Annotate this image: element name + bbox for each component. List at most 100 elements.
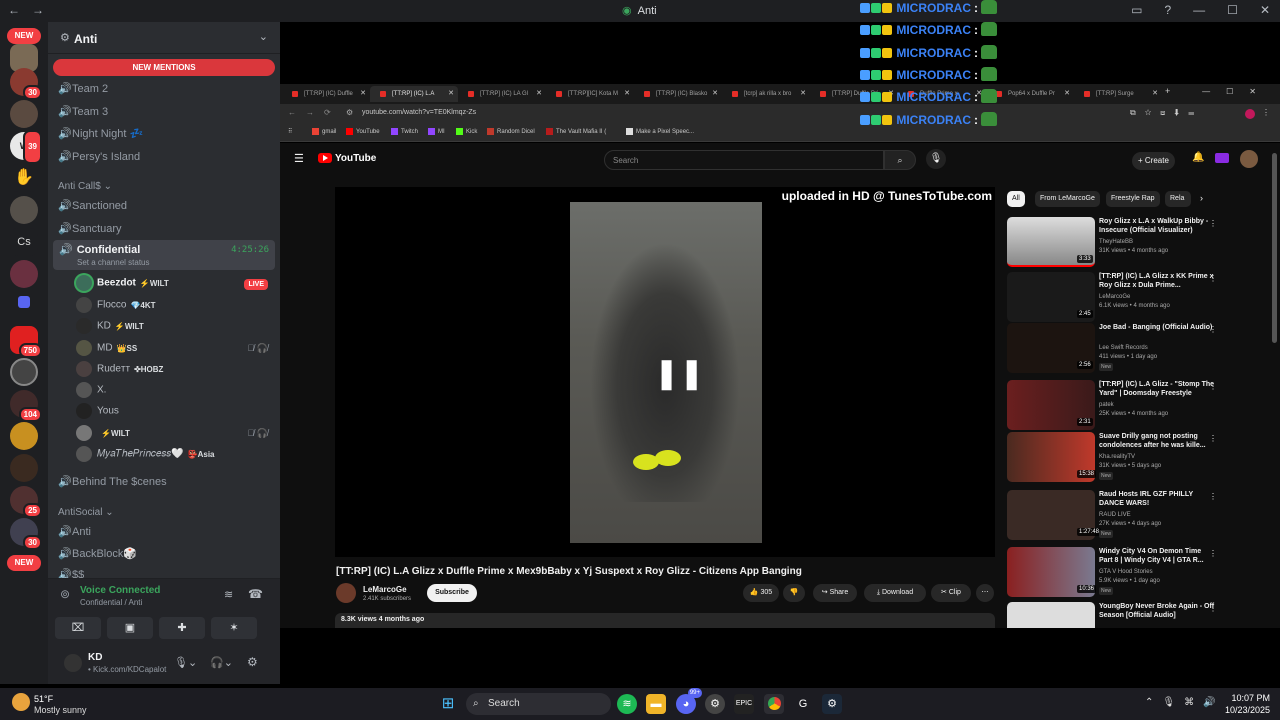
server-icon-red[interactable]: 750: [10, 326, 42, 358]
new-mentions-bar[interactable]: NEW MENTIONS: [53, 59, 275, 76]
maximize-icon[interactable]: ☐: [1227, 3, 1238, 17]
site-info-icon[interactable]: ⚙: [346, 108, 353, 117]
camera-off-button[interactable]: ⌧: [55, 617, 101, 639]
kebab-menu-icon[interactable]: ⋮: [1209, 325, 1217, 334]
file-explorer-icon[interactable]: ▬: [646, 694, 666, 714]
chip-related[interactable]: Rela: [1165, 191, 1191, 207]
voice-channel-backblock[interactable]: 🔊BackBlock🎲: [58, 547, 137, 560]
bookmark[interactable]: Twitch: [391, 128, 418, 135]
voice-user[interactable]: KD ⚡WILT: [76, 318, 144, 336]
server-icon-cs[interactable]: Cs: [10, 228, 38, 256]
chrome-icon[interactable]: [764, 694, 784, 714]
close-tab-icon[interactable]: ✕: [624, 86, 630, 102]
server-icon-windy-city[interactable]: [10, 454, 38, 482]
kebab-menu-icon[interactable]: ⋮: [1209, 219, 1217, 228]
clock-date[interactable]: 10/23/2025: [1218, 705, 1270, 715]
profile-avatar[interactable]: [1245, 109, 1255, 119]
kebab-menu-icon[interactable]: ⋮: [1209, 604, 1217, 613]
dislike-button[interactable]: 👎: [783, 584, 805, 602]
noise-suppression-icon[interactable]: ≋: [224, 588, 233, 601]
voice-channel-sanctioned[interactable]: 🔊Sanctioned: [58, 199, 127, 212]
category-anti-calls[interactable]: Anti Call$ ⌄: [58, 181, 112, 192]
new-tab-icon[interactable]: +: [1165, 86, 1170, 96]
chip-all[interactable]: All: [1007, 191, 1025, 207]
weather-desc[interactable]: Mostly sunny: [34, 705, 87, 715]
browser-tab[interactable]: [TT:RP] (IC) LA Gl ✕: [458, 86, 546, 102]
recommended-video[interactable]: 2:31 [TT:RP] (IC) L.A Glizz - "Stomp The…: [1007, 380, 1257, 432]
disconnect-icon[interactable]: ☎: [248, 587, 263, 601]
inbox-icon[interactable]: ▭: [1131, 3, 1142, 17]
avatar[interactable]: [1240, 150, 1258, 168]
app-icon[interactable]: ⚙: [705, 694, 725, 714]
help-icon[interactable]: ?: [1164, 3, 1171, 17]
video-player[interactable]: uploaded in HD @ TunesToTube.com ❚❚: [335, 187, 995, 557]
server-icon-skeleton[interactable]: ✋: [10, 164, 38, 192]
kebab-menu-icon[interactable]: ⋮: [1209, 274, 1217, 283]
browser-tab[interactable]: [tcrp] ak rilla x bro ✕: [722, 86, 810, 102]
recommended-video[interactable]: 1:27:48 Raud Hosts IRL GZF PHILLY DANCE …: [1007, 490, 1257, 542]
close-tab-icon[interactable]: ✕: [800, 86, 806, 102]
category-antisocial[interactable]: AntiSocial ⌄: [58, 507, 114, 518]
pause-icon[interactable]: ❚❚: [654, 356, 704, 391]
close-tab-icon[interactable]: ✕: [712, 86, 718, 102]
apps-icon[interactable]: ⠿: [288, 128, 292, 135]
microphone-icon[interactable]: 🎙⌄: [174, 656, 197, 669]
recommended-video[interactable]: 15:38 Suave Drilly gang not posting cond…: [1007, 432, 1257, 484]
kebab-menu-icon[interactable]: ⋮: [1209, 549, 1217, 558]
share-button[interactable]: ↪ Share: [813, 584, 857, 602]
voice-user[interactable]: X.: [76, 382, 110, 400]
clip-button[interactable]: ✂ Clip: [931, 584, 971, 602]
notifications-bell-icon[interactable]: 🔔: [1192, 152, 1204, 163]
server-icon-2[interactable]: 30: [10, 68, 42, 100]
close-tab-icon[interactable]: ✕: [448, 86, 454, 102]
youtube-logo[interactable]: YouTube: [318, 153, 376, 164]
browser-tab[interactable]: [TT:RP] (IC) Blasko ✕: [634, 86, 722, 102]
bookmark[interactable]: gmail: [312, 128, 336, 135]
create-button[interactable]: + Create: [1132, 152, 1175, 170]
voice-user[interactable]: MD 👑SS: [76, 340, 137, 358]
download-button[interactable]: ⤓ Download: [864, 584, 926, 602]
recommended-video[interactable]: YoungBoy Never Broke Again - Off Season …: [1007, 602, 1257, 628]
kebab-menu-icon[interactable]: ⋮: [1209, 434, 1217, 443]
more-actions-button[interactable]: ⋯: [976, 584, 994, 602]
minimize-icon[interactable]: —: [1193, 3, 1205, 17]
soundboard-button[interactable]: ✶: [211, 617, 257, 639]
steam-icon[interactable]: ⚙: [822, 694, 842, 714]
voice-channel-team-3[interactable]: 🔊Team 3: [58, 105, 108, 118]
server-header[interactable]: ⚙ Anti ⌄: [48, 22, 280, 54]
channel-status[interactable]: Set a channel status: [77, 258, 150, 267]
kebab-menu-icon[interactable]: ⋮: [1209, 492, 1217, 501]
server-icon-7[interactable]: 104: [10, 390, 42, 422]
app-icon[interactable]: G: [793, 694, 813, 714]
spotify-icon[interactable]: ≋: [617, 694, 637, 714]
app-icon[interactable]: [1215, 153, 1229, 163]
recommended-video[interactable]: 3:33 Roy Glizz x L.A x WalkUp Bibby - In…: [1007, 217, 1257, 269]
voice-channel-night-night[interactable]: 🔊Night Night 💤: [58, 127, 143, 140]
close-icon[interactable]: ✕: [1260, 3, 1270, 17]
server-icon-5[interactable]: [10, 260, 38, 288]
server-icon-8[interactable]: [10, 422, 38, 450]
voice-channel-behind-the-scenes[interactable]: 🔊Behind The $cenes: [58, 475, 167, 488]
voice-user[interactable]: Flocco 💎4KT: [76, 297, 156, 315]
bookmark[interactable]: Make a Pixel Speec...: [626, 128, 694, 135]
nav-buttons[interactable]: ←→⟳: [288, 108, 341, 117]
voice-channel-team-2[interactable]: 🔊Team 2: [58, 82, 108, 95]
search-icon[interactable]: ⌕: [884, 150, 916, 170]
search-input[interactable]: Search: [604, 150, 884, 170]
server-icon-wrd[interactable]: W39: [10, 130, 42, 164]
kebab-menu-icon[interactable]: ⋮: [1262, 108, 1270, 117]
channel-name[interactable]: LeMarcoGe: [363, 585, 407, 594]
server-icon-3[interactable]: [10, 100, 38, 128]
voice-user[interactable]: Yous: [76, 403, 123, 421]
like-button[interactable]: 👍 305: [743, 584, 779, 602]
signal-icon[interactable]: ⊚: [60, 587, 70, 601]
weather-icon[interactable]: [12, 693, 30, 711]
close-tab-icon[interactable]: ✕: [536, 86, 542, 102]
channel-avatar[interactable]: [336, 583, 356, 603]
browser-tab[interactable]: [TT:RP][IC] Kota M ✕: [546, 86, 634, 102]
toolbar-icons[interactable]: ⧉☆⧈⬇☰: [1130, 108, 1203, 118]
folder-icon[interactable]: [18, 296, 30, 308]
weather-temp[interactable]: 51°F: [34, 694, 53, 704]
voice-channel-sanctuary[interactable]: 🔊Sanctuary: [58, 222, 122, 235]
new-unreads-pill-bottom[interactable]: NEW: [7, 555, 41, 571]
